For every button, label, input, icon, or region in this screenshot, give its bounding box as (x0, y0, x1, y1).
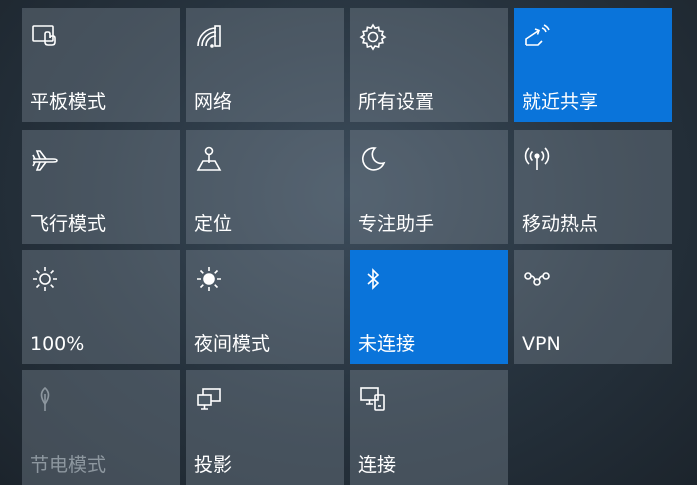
tile-label: 夜间模式 (194, 333, 271, 355)
tile-night-light[interactable]: 夜间模式 (186, 250, 344, 364)
tile-label: VPN (522, 333, 561, 355)
tile-focus-assist[interactable]: 专注助手 (350, 130, 508, 244)
moon-icon (358, 144, 388, 174)
tile-network[interactable]: 网络 (186, 8, 344, 122)
tile-brightness[interactable]: 100% (22, 250, 180, 364)
tile-project[interactable]: 投影 (186, 370, 344, 485)
location-icon (194, 144, 224, 174)
tile-label: 连接 (358, 454, 397, 476)
tile-airplane-mode[interactable]: 飞行模式 (22, 130, 180, 244)
empty-slot (514, 370, 672, 485)
bluetooth-icon (358, 264, 388, 294)
tile-all-settings[interactable]: 所有设置 (350, 8, 508, 122)
tile-mobile-hotspot[interactable]: 移动热点 (514, 130, 672, 244)
vpn-icon (522, 264, 552, 294)
tile-label: 节电模式 (30, 454, 107, 476)
tablet-mode-icon (30, 22, 60, 52)
tile-label: 网络 (194, 91, 233, 113)
gear-icon (358, 22, 388, 52)
hotspot-icon (522, 144, 552, 174)
airplane-icon (30, 144, 60, 174)
tile-label: 移动热点 (522, 213, 599, 235)
network-icon (194, 22, 224, 52)
tile-vpn[interactable]: VPN (514, 250, 672, 364)
tile-label: 专注助手 (358, 213, 435, 235)
tile-battery-saver[interactable]: 节电模式 (22, 370, 180, 485)
nearby-share-icon (522, 22, 552, 52)
tile-location[interactable]: 定位 (186, 130, 344, 244)
night-light-icon (194, 264, 224, 294)
tile-nearby-share[interactable]: 就近共享 (514, 8, 672, 122)
tile-connect[interactable]: 连接 (350, 370, 508, 485)
battery-saver-icon (30, 384, 60, 414)
project-icon (194, 384, 224, 414)
tile-label: 所有设置 (358, 91, 435, 113)
tile-label: 就近共享 (522, 91, 599, 113)
tile-label: 投影 (194, 454, 233, 476)
tile-label: 未连接 (358, 333, 416, 355)
tile-bluetooth[interactable]: 未连接 (350, 250, 508, 364)
tile-label: 定位 (194, 213, 233, 235)
tile-label: 飞行模式 (30, 213, 107, 235)
tile-tablet-mode[interactable]: 平板模式 (22, 8, 180, 122)
connect-icon (358, 384, 388, 414)
tile-label: 平板模式 (30, 91, 107, 113)
brightness-icon (30, 264, 60, 294)
tile-label: 100% (30, 333, 85, 355)
